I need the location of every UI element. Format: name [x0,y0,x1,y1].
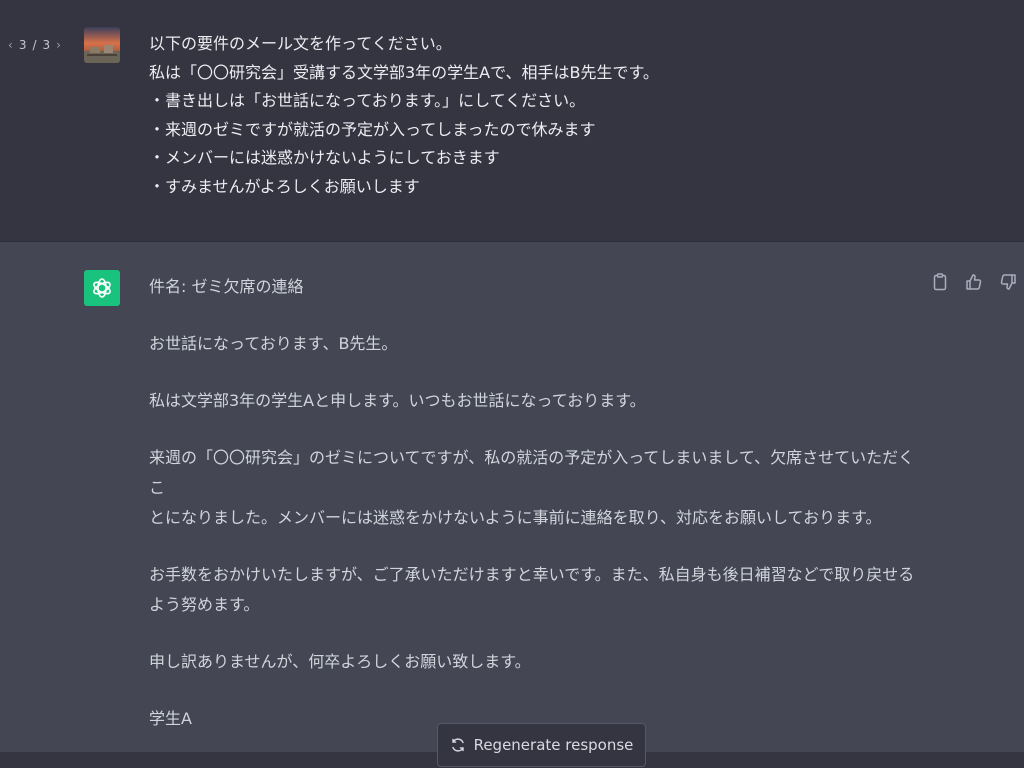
chat-page: ‹ 3 / 3 › 以下の要件のメール文を作ってください。 私は「〇〇研究会」受… [0,0,1024,768]
assistant-message: 件名: ゼミ欠席の連絡 お世話になっております、B先生。 私は文学部3年の学生A… [0,242,1024,752]
chevron-right-icon[interactable]: › [56,38,61,52]
message-actions [930,272,1018,292]
user-message: ‹ 3 / 3 › 以下の要件のメール文を作ってください。 私は「〇〇研究会」受… [0,0,1024,242]
email-body-line: よう努めます。 [149,595,260,614]
email-body-line: とになりました。メンバーには迷惑をかけないように事前に連絡を取り、対応をお願いし… [149,508,882,527]
thumbs-up-icon[interactable] [964,272,984,292]
user-line: ・来週のゼミですが就活の予定が入ってしまったので休みます [149,119,596,139]
email-closing: 申し訳ありませんが、何卒よろしくお願い致します。 [149,652,531,671]
email-subject: 件名: ゼミ欠席の連絡 [149,277,304,296]
email-greeting: お世話になっております、B先生。 [149,334,398,353]
regenerate-label: Regenerate response [473,736,634,754]
email-body-line: 来週の「〇〇研究会」のゼミについてですが、私の就活の予定が入ってしまいまして、欠… [149,448,915,497]
thumbs-down-icon[interactable] [998,272,1018,292]
user-avatar-photo [84,27,120,63]
chevron-left-icon[interactable]: ‹ [8,38,13,52]
user-line: ・書き出しは「お世話になっております。」にしてください。 [149,91,586,110]
clipboard-icon[interactable] [930,272,950,292]
user-line: ・メンバーには迷惑かけないようにしておきます [149,148,500,167]
user-line: 私は「〇〇研究会」受講する文学部3年の学生Aで、相手はB先生です。 [149,62,659,82]
email-intro: 私は文学部3年の学生Aと申します。いつもお世話になっております。 [149,391,646,410]
response-pager: ‹ 3 / 3 › [8,38,61,52]
openai-logo-icon [93,278,111,298]
regenerate-response-button[interactable]: Regenerate response [437,723,646,767]
assistant-avatar [84,270,120,306]
refresh-icon [451,738,464,752]
user-avatar [84,27,120,63]
user-line: ・すみませんがよろしくお願いします [149,176,420,196]
pager-total: 3 [42,38,51,52]
pager-current: 3 [18,38,27,52]
pager-separator: / [32,38,37,52]
user-line: 以下の要件のメール文を作ってください。 [149,34,452,53]
user-message-text: 以下の要件のメール文を作ってください。 私は「〇〇研究会」受講する文学部3年の学… [149,30,949,201]
assistant-message-text: 件名: ゼミ欠席の連絡 お世話になっております、B先生。 私は文学部3年の学生A… [149,272,919,734]
email-body-line: お手数をおかけいたしますが、ご了承いただけますと幸いです。また、私自身も後日補習… [149,565,915,584]
